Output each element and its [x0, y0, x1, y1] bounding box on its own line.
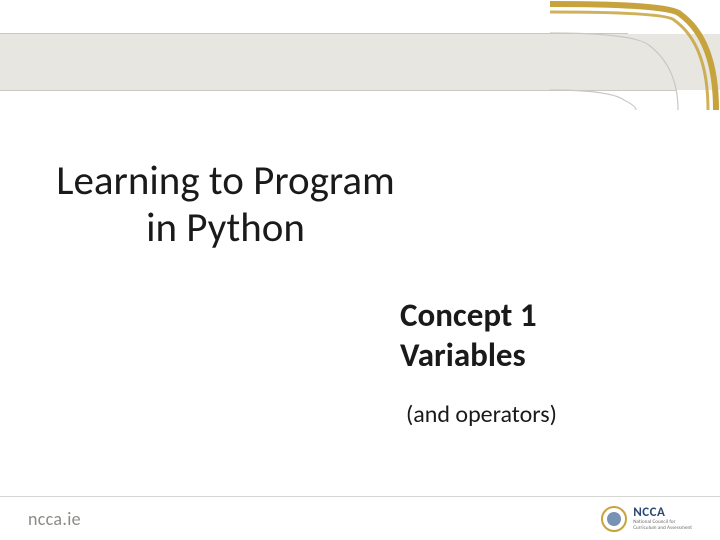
concept-number: Concept 1 — [400, 296, 680, 336]
title-line-2: in Python — [146, 203, 305, 253]
ncca-acronym: NCCA — [633, 506, 692, 519]
header-rule-top — [0, 33, 628, 34]
ncca-logo-text: NCCA National Council for Curriculum and… — [633, 506, 692, 531]
subtitle: (and operators) — [406, 400, 557, 429]
concept-block: Concept 1 Variables — [400, 296, 680, 375]
ncca-logo: NCCA National Council for Curriculum and… — [601, 506, 692, 532]
footer-logo-area: NCCA National Council for Curriculum and… — [601, 506, 692, 532]
corner-accent — [550, 0, 720, 110]
ncca-logo-icon — [601, 506, 627, 532]
title-line-1: Learning to Program — [56, 156, 394, 206]
footer: ncca.ie NCCA National Council for Curric… — [0, 496, 720, 540]
slide-title: Learning to Program in Python — [28, 158, 423, 252]
concept-name: Variables — [400, 336, 680, 376]
footer-url: ncca.ie — [28, 508, 81, 530]
ncca-tagline-2: Curriculum and Assessment — [633, 526, 692, 531]
